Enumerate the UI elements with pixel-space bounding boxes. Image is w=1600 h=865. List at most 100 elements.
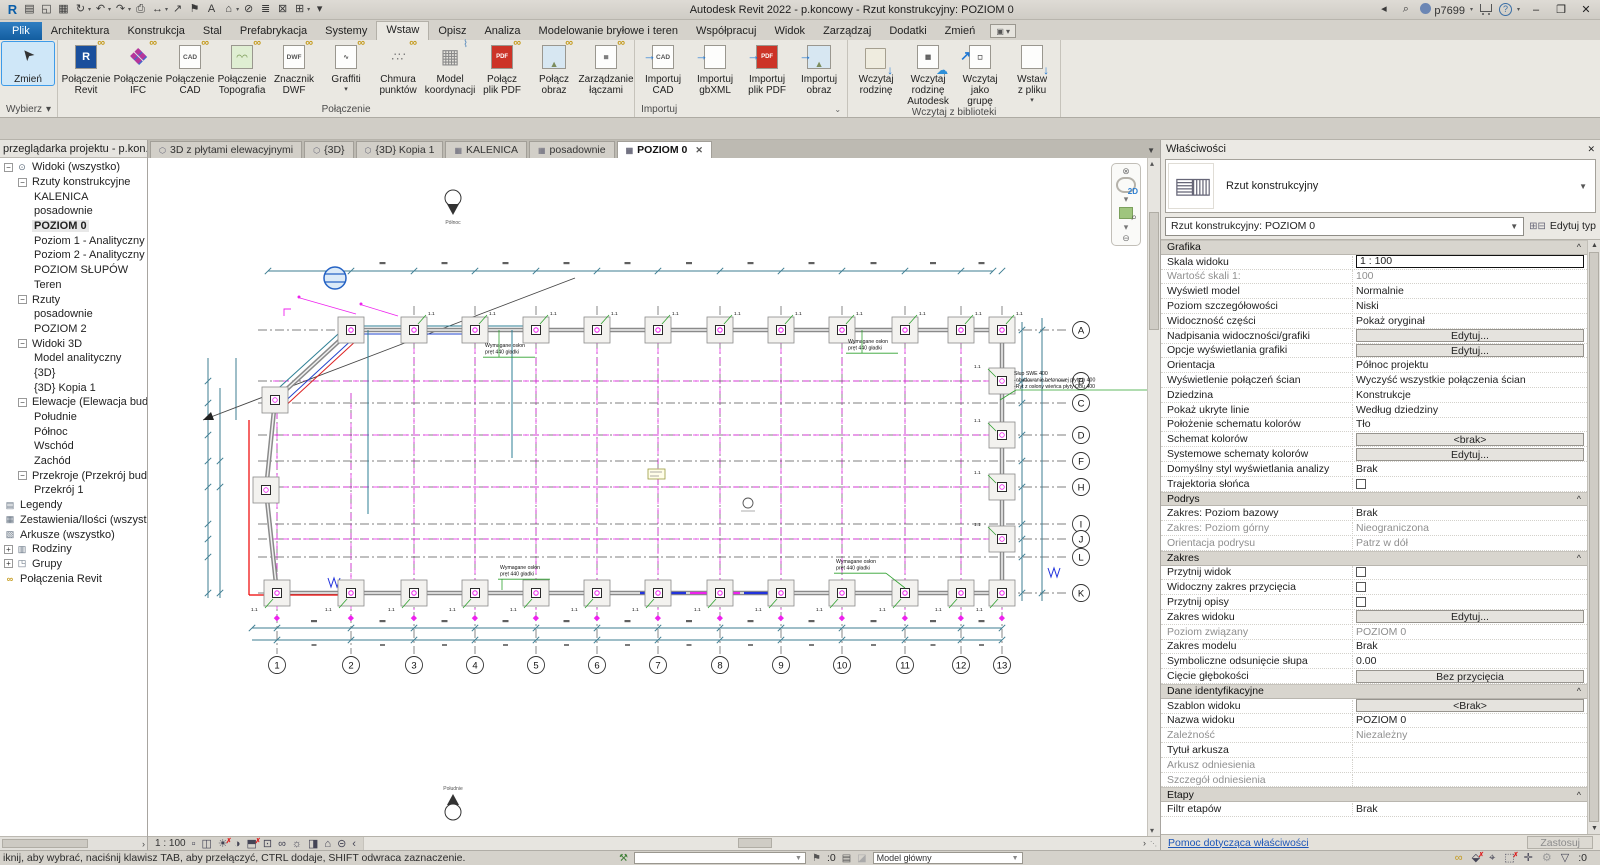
type-selector[interactable]: ▤▥ Rzut konstrukcyjny ▼ [1165, 159, 1596, 213]
properties-help-link[interactable]: Pomoc dotycząca właściwości [1168, 837, 1309, 849]
zoom-dropdown-icon[interactable]: ▾ [1124, 222, 1129, 232]
collapse-section-icon[interactable]: ^ [1577, 242, 1587, 252]
browser-item-poziom-0[interactable]: POZIOM 0 [0, 219, 147, 234]
type-selector-dropdown-icon[interactable]: ▼ [1579, 182, 1587, 191]
property-value[interactable]: Edytuj... [1353, 344, 1587, 357]
instance-selector[interactable]: Rzut konstrukcyjny: POZIOM 0 ▼ [1165, 217, 1524, 236]
property-checkbox[interactable] [1356, 582, 1366, 592]
wczytaj-rodzinę-button[interactable]: ↓Wczytajrodzinę [850, 42, 902, 96]
property-checkbox[interactable] [1356, 597, 1366, 607]
grid-bubble-row-F[interactable]: F [1073, 453, 1090, 470]
browser-item-kalenica[interactable]: KALENICA [0, 189, 147, 204]
property-value[interactable]: Według dziedziny [1353, 404, 1587, 416]
property-input[interactable]: 1 : 100 [1356, 255, 1584, 268]
design-option-combobox[interactable]: Model główny▼ [873, 852, 1023, 864]
section-icon[interactable]: ⊘ [241, 2, 256, 17]
collapse-search-icon[interactable]: ◂ [1376, 2, 1391, 17]
grid-bubble-column-12[interactable]: 12 [953, 657, 970, 674]
scrollbar-thumb[interactable] [1589, 252, 1599, 822]
wczytaj-rodzinę-autodesk-button[interactable]: ▦☁Wczytaj rodzinęAutodesk [902, 42, 954, 107]
browser-item-widoki-wszystko-[interactable]: −⊙Widoki (wszystko) [0, 160, 147, 175]
canvas-hscrollbar[interactable]: › ⋱ [363, 837, 1160, 850]
undo-icon-dropdown[interactable]: ▾ [108, 6, 111, 13]
property-button[interactable]: Edytuj... [1356, 344, 1584, 357]
scrollbar-thumb[interactable] [738, 838, 772, 848]
grid-bubble-row-L[interactable]: L [1073, 549, 1090, 566]
steering-wheel-icon[interactable]: 2D [1116, 177, 1136, 193]
drawing-area[interactable]: 12345678910111213ABCDFHIJLK1.11.11.11.11… [148, 158, 1160, 836]
close-view-tab-icon[interactable]: ✕ [695, 145, 703, 156]
property-value[interactable]: Edytuj... [1353, 448, 1587, 461]
scrollbar-thumb[interactable] [1149, 212, 1159, 330]
visual-style-icon[interactable]: ◫ [202, 838, 212, 850]
grid-bubble-column-9[interactable]: 9 [773, 657, 790, 674]
reveal-hidden-elements-icon[interactable]: ☼ [292, 838, 302, 850]
grid-bubble-row-D[interactable]: D [1073, 427, 1090, 444]
tab-systemy[interactable]: Systemy [316, 22, 376, 40]
tab-modelowanie-bry-owe-i-teren[interactable]: Modelowanie bryłowe i teren [530, 22, 687, 40]
property-value[interactable] [1353, 582, 1587, 592]
worksets-combobox[interactable]: ▼ [634, 852, 806, 864]
select-links-icon[interactable]: ∞ [1455, 852, 1463, 864]
aligned-dimension-icon[interactable]: ↗ [170, 2, 185, 17]
browser-item-teren[interactable]: Teren [0, 278, 147, 293]
graffiti-button[interactable]: ∿∞Graffiti▾ [320, 42, 372, 95]
grid-bubble-column-8[interactable]: 8 [712, 657, 729, 674]
browser-item-poziom-słupów[interactable]: POZIOM SŁUPÓW [0, 263, 147, 278]
browser-item-posadownie[interactable]: posadownie [0, 204, 147, 219]
property-button[interactable]: Edytuj... [1356, 610, 1584, 623]
navbar-minimize-icon[interactable]: ⊖ [1122, 233, 1130, 243]
undo-icon[interactable]: ↶ [93, 2, 108, 17]
south-elevation-marker[interactable]: Południe [443, 786, 463, 820]
połącz-plik-pdf-button[interactable]: PDF∞Połączplik PDF [476, 42, 528, 96]
selection-filter-icon[interactable]: ▽ [1561, 852, 1569, 864]
property-value[interactable]: Edytuj... [1353, 329, 1587, 342]
editable-only-icon[interactable]: ⚑ [812, 853, 821, 864]
scroll-down-icon[interactable]: ▾ [1150, 826, 1154, 835]
view-tab-kalenica[interactable]: ▦KALENICA [445, 141, 527, 158]
property-value[interactable]: POZIOM 0 [1353, 626, 1587, 638]
grid-bubble-column-1[interactable]: 1 [269, 657, 286, 674]
tag-icon[interactable]: ⚑ [187, 2, 202, 17]
file-tabs-icon[interactable]: ▤ [22, 2, 37, 17]
browser-item-rodziny[interactable]: +▥Rodziny [0, 542, 147, 557]
view-tab--3d-[interactable]: ⬡{3D} [304, 141, 353, 158]
drag-on-selection-icon[interactable]: ✛ [1524, 852, 1533, 864]
sync-icon[interactable]: ↻ [73, 2, 88, 17]
połączenie-topografia-button[interactable]: ◠◠∞PołączenieTopografia [216, 42, 268, 96]
browser-item-elewacje-elewacja-budynku[interactable]: −Elewacje (Elewacja budynku [0, 395, 147, 410]
open-icon[interactable]: ◱ [39, 2, 54, 17]
grid-bubble-column-7[interactable]: 7 [650, 657, 667, 674]
detail-level-icon[interactable]: ▫ [192, 838, 196, 850]
property-value[interactable]: Konstrukcje [1353, 389, 1587, 401]
collapse-section-icon[interactable]: ^ [1577, 686, 1587, 696]
analytical-model-icon[interactable]: ⌂ [324, 838, 331, 850]
grid-bubble-column-13[interactable]: 13 [994, 657, 1011, 674]
thin-lines-icon[interactable]: ≣ [258, 2, 273, 17]
property-section-dane-identyfikacyjne[interactable]: Dane identyfikacyjne^ [1161, 684, 1587, 699]
dialog-launcher-icon[interactable]: ⌄ [834, 105, 841, 114]
połącz-obraz-button[interactable]: ▲∞Połączobraz [528, 42, 580, 96]
property-value[interactable]: POZIOM 0 [1353, 714, 1587, 726]
save-icon[interactable]: ▦ [56, 2, 71, 17]
collapse-icon[interactable]: ‹ [352, 838, 356, 850]
grid-bubble-column-2[interactable]: 2 [343, 657, 360, 674]
tab-stal[interactable]: Stal [194, 22, 231, 40]
resize-grip-icon[interactable]: ⋱ [1150, 840, 1158, 848]
tree-expander-icon[interactable]: + [4, 545, 13, 554]
property-section-etapy[interactable]: Etapy^ [1161, 787, 1587, 802]
floor-plan-drawing[interactable]: 12345678910111213ABCDFHIJLK1.11.11.11.11… [148, 158, 1160, 836]
close-button[interactable]: ✕ [1577, 3, 1595, 16]
show-crop-region-icon[interactable]: ⊡ [263, 838, 272, 850]
browser-item-rzuty-konstrukcyjne[interactable]: −Rzuty konstrukcyjne [0, 175, 147, 190]
wstaw-z-pliku-button[interactable]: ↓Wstawz pliku▾ [1006, 42, 1058, 106]
property-value[interactable]: Niezależny [1353, 729, 1587, 741]
browser-item-południe[interactable]: Południe [0, 410, 147, 425]
properties-close-icon[interactable]: ✕ [1587, 144, 1595, 155]
browser-item-rzuty[interactable]: −Rzuty [0, 292, 147, 307]
scroll-down-icon[interactable]: ▼ [1591, 825, 1598, 832]
property-value[interactable]: Niski [1353, 300, 1587, 312]
shadows-icon[interactable]: ◑ [234, 838, 241, 850]
view-tab--3d-kopia-1[interactable]: ⬡{3D} Kopia 1 [356, 141, 444, 158]
property-value[interactable]: Północ projektu [1353, 359, 1587, 371]
